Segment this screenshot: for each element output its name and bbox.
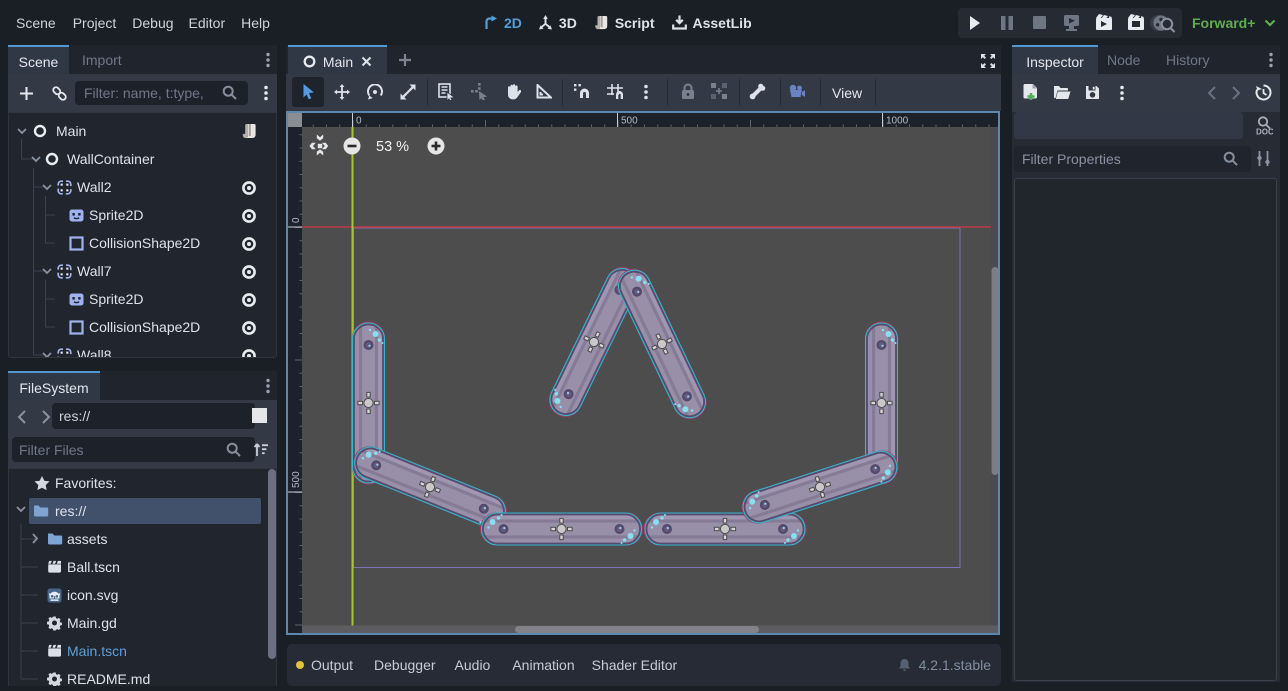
svg-text:Favorites:: Favorites: [55,475,116,491]
svg-text:1000: 1000 [886,116,909,127]
svg-text:Main: Main [56,123,86,139]
svg-text:CollisionShape2D: CollisionShape2D [89,319,200,335]
svg-text:assets: assets [67,531,107,547]
svg-text:0: 0 [291,217,302,223]
svg-text:0: 0 [356,116,362,127]
svg-text:53 %: 53 % [376,139,409,155]
svg-text:WallContainer: WallContainer [67,151,155,167]
svg-text:500: 500 [621,116,638,127]
svg-text:icon.svg: icon.svg [67,587,118,603]
svg-text:500: 500 [291,471,302,488]
svg-text:CollisionShape2D: CollisionShape2D [89,235,200,251]
svg-text:Sprite2D: Sprite2D [89,207,143,223]
svg-text:Wall7: Wall7 [77,263,112,279]
svg-text:DOC: DOC [1256,128,1273,137]
svg-text:Wall8: Wall8 [77,347,112,358]
svg-text:Main.tscn: Main.tscn [67,643,127,659]
svg-text:res://: res:// [55,503,86,519]
svg-text:README.md: README.md [67,671,150,686]
svg-text:Ball.tscn: Ball.tscn [67,559,120,575]
svg-text:Main.gd: Main.gd [67,615,117,631]
svg-text:Sprite2D: Sprite2D [89,291,143,307]
svg-text:Wall2: Wall2 [77,179,112,195]
